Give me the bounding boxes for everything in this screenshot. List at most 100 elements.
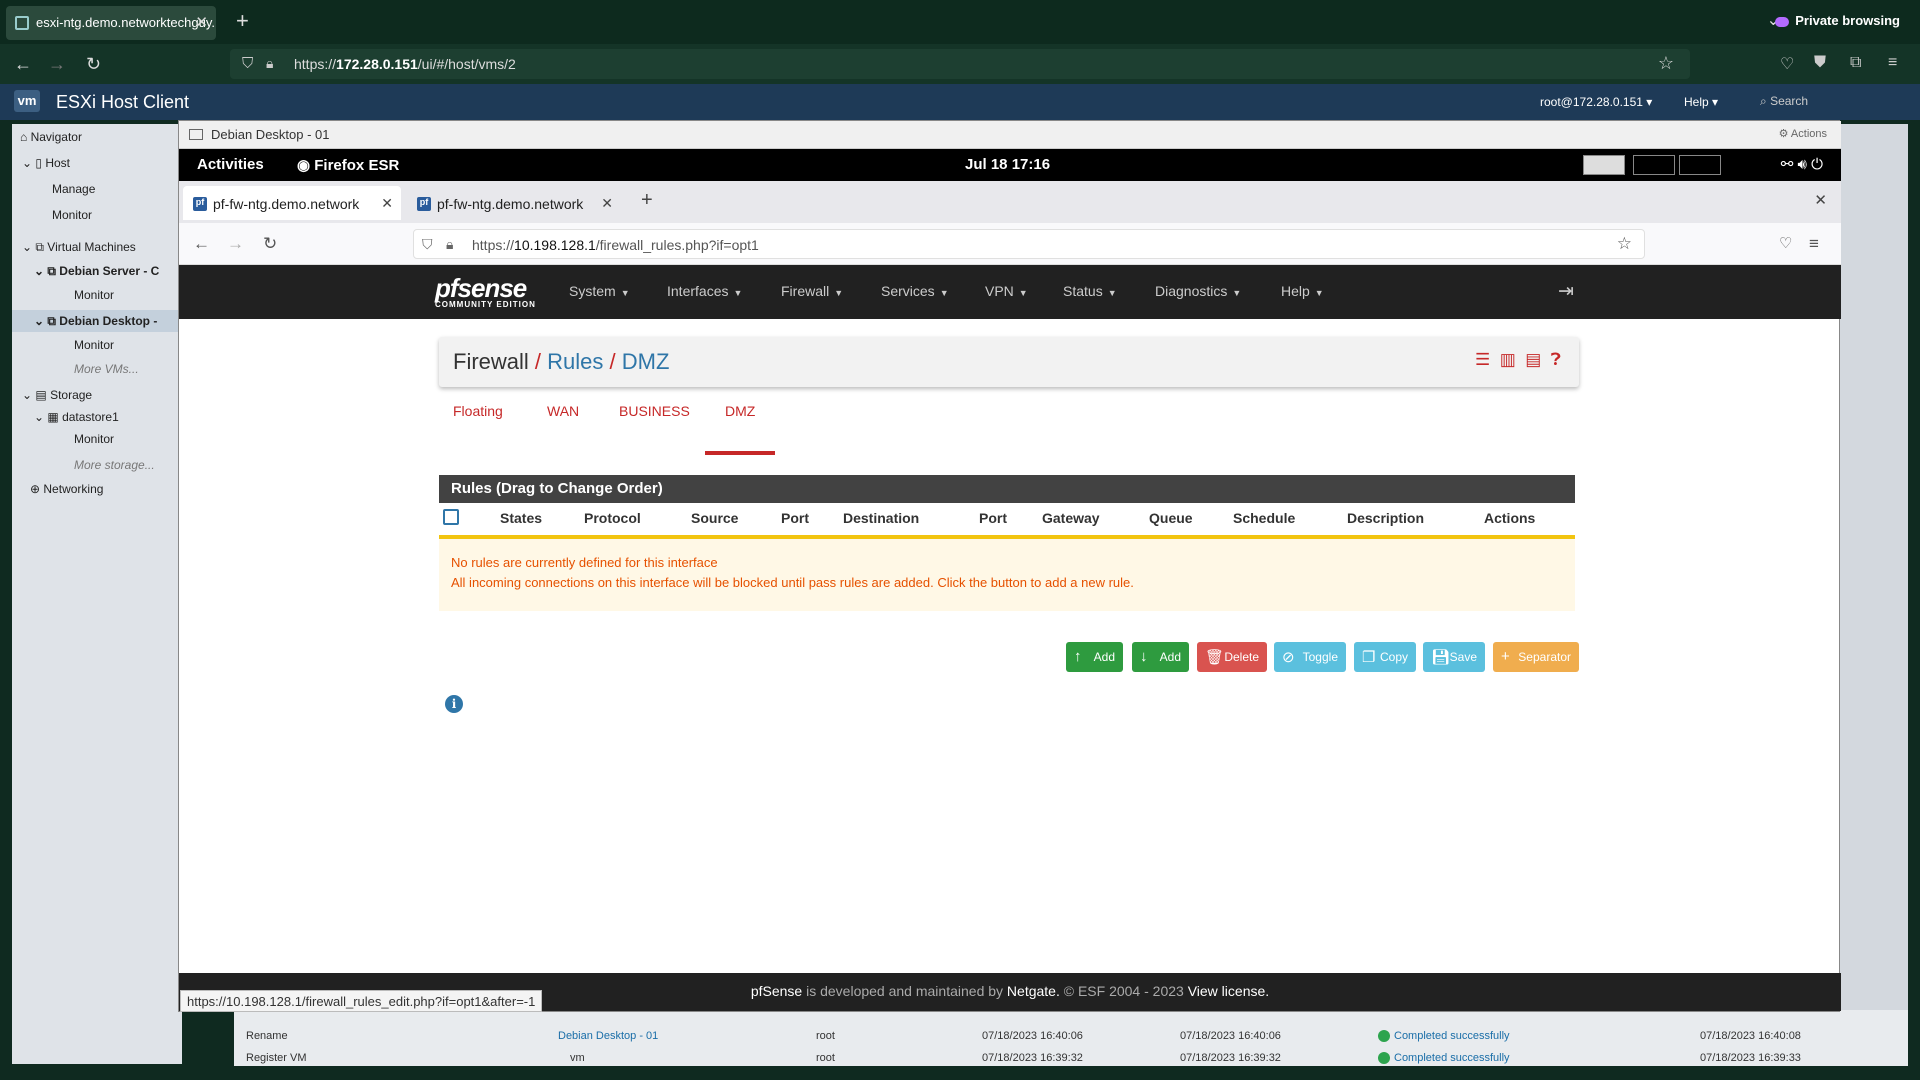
console-actions-menu[interactable]: ⚙ Actions	[1779, 127, 1827, 140]
new-tab-icon[interactable]: +	[641, 189, 653, 212]
close-window-icon[interactable]: ✕	[1814, 191, 1827, 209]
extensions-icon[interactable]: ⧉	[1850, 54, 1861, 72]
save-button[interactable]: 💾︎ Save	[1423, 642, 1485, 672]
new-tab-icon[interactable]: +	[236, 8, 249, 34]
pfsense-logo[interactable]: pfsense COMMUNITY EDITION	[435, 273, 536, 309]
forward-icon[interactable]: →	[227, 234, 244, 254]
copy-button[interactable]: ❐ Copy	[1354, 642, 1416, 672]
app-menu[interactable]: ◉ Firefox ESR	[297, 156, 399, 174]
menu-interfaces[interactable]: Interfaces ▼	[667, 283, 742, 299]
outer-url-bar[interactable]: ⛉ 🔒︎ https://172.28.0.151/ui/#/host/vms/…	[230, 49, 1690, 79]
active-tab-indicator	[705, 451, 775, 455]
reload-icon[interactable]: ↻	[263, 234, 277, 254]
display-mode-2[interactable]	[1633, 155, 1675, 175]
menu-icon[interactable]: ≡	[1809, 234, 1819, 254]
footer-brand[interactable]: pfSense	[751, 983, 802, 999]
save-icon: 💾︎	[1431, 649, 1451, 666]
esxi-search-label: Search	[1770, 94, 1809, 108]
forward-icon[interactable]: →	[48, 54, 66, 75]
tab-wan[interactable]: WAN	[547, 403, 579, 419]
ban-icon: ⊘	[1282, 649, 1295, 666]
pocket-icon[interactable]: ♡	[1780, 54, 1794, 74]
info-icon[interactable]: i	[445, 695, 463, 713]
menu-system[interactable]: System ▼	[569, 283, 630, 299]
close-icon[interactable]: ✕	[195, 13, 208, 31]
task-target-link[interactable]: Debian Desktop - 01	[558, 1030, 658, 1042]
nav-host-label: Host	[45, 156, 71, 170]
menu-diagnostics[interactable]: Diagnostics ▼	[1155, 283, 1241, 299]
footer-company-link[interactable]: Netgate.	[1007, 983, 1060, 999]
pfsense-logo-text: pfsense	[435, 273, 527, 303]
footer-license-link[interactable]: View license.	[1188, 983, 1269, 999]
list-icon[interactable]: ▤	[1525, 350, 1541, 369]
arrow-up-icon: ↑	[1074, 648, 1082, 665]
arrow-down-icon: ↓	[1140, 648, 1148, 665]
col-actions: Actions	[1484, 510, 1536, 526]
menu-status[interactable]: Status ▼	[1063, 283, 1117, 299]
toggle-button[interactable]: ⊘ Toggle	[1274, 642, 1346, 672]
select-all-checkbox[interactable]	[443, 509, 459, 525]
close-icon[interactable]: ✕	[601, 195, 613, 212]
system-status-icons[interactable]: ⚯ 🔊︎ ⏻	[1781, 155, 1823, 173]
nav-vm-debian-desktop[interactable]: ⌄ ⧉ Debian Desktop -	[12, 310, 182, 332]
separator-button[interactable]: + Separator	[1493, 642, 1579, 672]
sliders-icon[interactable]: ☰	[1475, 350, 1490, 369]
nav-virtual-machines[interactable]: ⌄ ⧉ Virtual Machines	[22, 240, 136, 255]
menu-vpn[interactable]: VPN ▼	[985, 283, 1028, 299]
reload-icon[interactable]: ↻	[86, 54, 101, 75]
private-browsing-indicator: Private browsing	[1775, 13, 1900, 28]
task-name: Register VM	[246, 1052, 307, 1064]
inner-tab-1[interactable]: pf pf-fw-ntg.demo.network ✕	[183, 186, 401, 220]
nav-vm-debian-server[interactable]: ⌄ ⧉ Debian Server - C	[34, 264, 159, 279]
delete-button[interactable]: 🗑︎ Delete	[1197, 642, 1267, 672]
help-icon[interactable]: ❓︎	[1551, 350, 1561, 369]
menu-icon[interactable]: ≡	[1888, 54, 1897, 72]
add-top-button[interactable]: ↑ Add	[1066, 642, 1123, 672]
nav-more-vms[interactable]: More VMs...	[74, 362, 139, 376]
bookmark-star-icon[interactable]: ☆	[1658, 53, 1674, 74]
nav-networking[interactable]: ⊕ Networking	[30, 482, 103, 496]
back-icon[interactable]: ←	[14, 54, 32, 75]
nav-vm1-monitor[interactable]: Monitor	[74, 288, 114, 302]
console-title: Debian Desktop - 01	[211, 127, 330, 142]
menu-help[interactable]: Help ▼	[1281, 283, 1324, 299]
inner-tab-2[interactable]: pf pf-fw-ntg.demo.network ✕	[407, 186, 621, 220]
add-top-label: Add	[1093, 650, 1115, 664]
logout-icon[interactable]: ⇥	[1558, 280, 1574, 303]
nav-more-storage[interactable]: More storage...	[74, 458, 155, 472]
esxi-right-panel	[1836, 124, 1908, 1064]
nav-host[interactable]: ⌄ ▯ Host	[22, 156, 70, 170]
tab-dmz[interactable]: DMZ	[725, 403, 755, 419]
chart-icon[interactable]: ▥	[1500, 350, 1516, 369]
clock[interactable]: Jul 18 17:16	[965, 156, 1050, 173]
display-mode-3[interactable]	[1679, 155, 1721, 175]
inner-url-path: /firewall_rules.php?if=opt1	[595, 237, 759, 253]
activities-button[interactable]: Activities	[197, 156, 264, 173]
esxi-search[interactable]: ⌕ Search	[1760, 94, 1808, 109]
extension-shield-icon[interactable]: ⛊	[1814, 54, 1826, 72]
bookmark-star-icon[interactable]: ☆	[1617, 234, 1632, 254]
menu-services[interactable]: Services ▼	[881, 283, 949, 299]
nav-datastore[interactable]: ⌄ ▦ datastore1	[34, 410, 119, 424]
console-window-icon	[189, 129, 203, 140]
inner-url-bar[interactable]: ⛉ 🔒︎ https://10.198.128.1/firewall_rules…	[413, 229, 1645, 259]
breadcrumb-current[interactable]: DMZ	[622, 349, 670, 374]
outer-tab-esxi[interactable]: esxi-ntg.demo.networktechguy. ✕	[6, 6, 216, 40]
menu-firewall[interactable]: Firewall ▼	[781, 283, 843, 299]
user-menu[interactable]: root@172.28.0.151 ▾	[1540, 95, 1652, 109]
nav-manage[interactable]: Manage	[52, 182, 95, 196]
nav-ds-monitor[interactable]: Monitor	[74, 432, 114, 446]
nav-vm2-monitor[interactable]: Monitor	[74, 338, 114, 352]
help-menu[interactable]: Help ▾	[1684, 95, 1718, 109]
add-bottom-button[interactable]: ↓ Add	[1132, 642, 1189, 672]
back-icon[interactable]: ←	[193, 234, 210, 254]
display-mode-1[interactable]	[1583, 155, 1625, 175]
nav-storage[interactable]: ⌄ ▤ Storage	[22, 388, 92, 402]
tab-floating[interactable]: Floating	[453, 403, 503, 419]
pocket-icon[interactable]: ♡	[1779, 234, 1792, 252]
nav-monitor[interactable]: Monitor	[52, 208, 92, 222]
breadcrumb-rules-link[interactable]: Rules	[547, 349, 603, 374]
tab-business[interactable]: BUSINESS	[619, 403, 690, 419]
navigator-header[interactable]: ⌂ Navigator	[20, 130, 82, 144]
close-icon[interactable]: ✕	[381, 195, 393, 212]
